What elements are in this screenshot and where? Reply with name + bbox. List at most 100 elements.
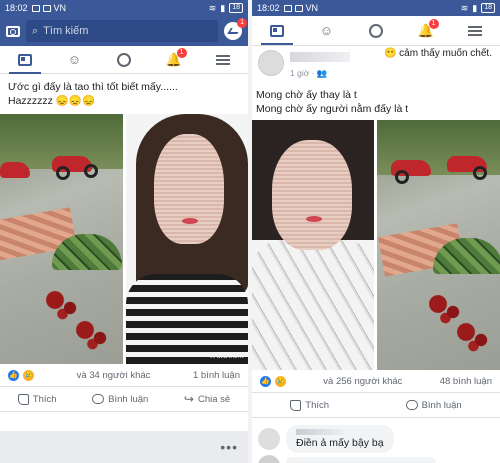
left-screenshot: 18:02 VN ≋ ▮ 18 ⌕ Tìm kiếm 1 ☺ 🔔 1 Ước g… xyxy=(0,0,248,463)
post-actions: Thích Bình luận xyxy=(252,392,500,418)
selfie-photo[interactable] xyxy=(252,120,374,370)
share-icon: ↪ xyxy=(183,392,194,406)
accident-photo[interactable] xyxy=(0,114,123,364)
notification-icons: VN xyxy=(283,3,319,13)
wheel xyxy=(56,166,70,180)
comment-label: Bình luận xyxy=(108,393,149,405)
accident-photo[interactable] xyxy=(377,120,500,370)
signal-icon: ▮ xyxy=(472,2,478,13)
striped-shirt xyxy=(126,274,248,364)
post-text-line: Hazzzzzz 😞😞😞 xyxy=(8,95,96,107)
status-time: 18:02 xyxy=(257,3,280,13)
battery-icon: 18 xyxy=(481,3,495,13)
groups-icon: ☺ xyxy=(319,23,334,38)
post-text: Ước gì đấy là tao thì tốt biết mấy......… xyxy=(0,74,248,114)
profile-tab[interactable] xyxy=(116,52,132,68)
author-name-redacted[interactable] xyxy=(290,52,350,62)
menu-icon xyxy=(216,54,231,65)
nav-bar: ☺ 🔔 1 xyxy=(252,16,500,46)
commenter-avatar[interactable] xyxy=(258,428,280,450)
news-feed-tab[interactable] xyxy=(8,52,41,74)
comment-button[interactable]: Bình luận xyxy=(92,394,148,405)
notifications-tab[interactable]: 🔔 1 xyxy=(417,18,439,39)
selfie-photo[interactable]: WutaCam xyxy=(126,114,248,364)
facebook-notif-icon xyxy=(283,4,292,12)
search-placeholder: Tìm kiếm xyxy=(43,25,89,37)
lips xyxy=(182,218,198,224)
comments-count[interactable]: 1 bình luận xyxy=(193,370,240,381)
post-photos[interactable]: WutaCam xyxy=(0,114,248,364)
like-reaction-icon: 👍 xyxy=(8,369,19,381)
share-button[interactable]: ↪ Chia sẻ xyxy=(184,392,230,406)
blurred-face xyxy=(272,140,352,250)
like-label: Thích xyxy=(32,393,57,405)
comment-button[interactable]: Bình luận xyxy=(405,400,462,411)
facebook-notif-icon xyxy=(31,4,40,12)
more-options-icon[interactable]: ••• xyxy=(220,439,238,455)
printed-shirt xyxy=(252,240,374,370)
post-text: Mong chờ ấy thay là t Mong chờ ấy người … xyxy=(252,86,500,120)
motorbike xyxy=(0,162,30,178)
sad-reaction-icon: 😢 xyxy=(23,369,34,381)
reactions-summary[interactable]: 👍 😢 và 34 người khác 1 bình luận xyxy=(0,364,248,386)
notifications-badge: 1 xyxy=(176,47,187,58)
next-commenter-avatar[interactable] xyxy=(258,455,280,463)
comment-icon xyxy=(405,400,418,410)
notifications-badge: 1 xyxy=(428,18,439,29)
post-text-line: Ước gì đấy là tao thì tốt biết mấy...... xyxy=(8,81,178,93)
search-icon: ⌕ xyxy=(32,24,39,37)
nav-bar: ☺ 🔔 1 xyxy=(0,46,248,74)
like-button[interactable]: Thích xyxy=(17,393,57,405)
comment-bubble[interactable]: Điền ả mấy bậy bạ xyxy=(286,425,394,453)
groups-tab[interactable]: ☺ xyxy=(318,23,334,39)
comment-icon xyxy=(92,394,105,404)
like-button[interactable]: Thích xyxy=(290,399,329,411)
groups-tab[interactable]: ☺ xyxy=(66,52,82,68)
comment: Điền ả mấy bậy bạ xyxy=(258,425,394,453)
next-post-strip: ••• xyxy=(0,431,248,463)
battery-icon: 18 xyxy=(229,3,243,13)
next-comment-bubble[interactable] xyxy=(286,457,436,463)
wheel xyxy=(84,164,98,178)
blood-stain xyxy=(70,314,120,354)
camera-icon[interactable] xyxy=(6,25,20,37)
messenger-icon[interactable]: 1 xyxy=(224,18,247,40)
lips xyxy=(306,216,322,222)
notifications-tab[interactable]: 🔔 1 xyxy=(165,47,187,68)
profile-tab[interactable] xyxy=(368,23,384,39)
wifi-icon: ≋ xyxy=(460,2,469,13)
thumbs-up-icon xyxy=(290,399,302,411)
messenger-badge: 1 xyxy=(237,18,247,28)
wheel xyxy=(395,170,409,184)
thumbs-up-icon xyxy=(17,393,29,405)
carrier-label: VN xyxy=(305,3,319,13)
wifi-icon: ≋ xyxy=(208,2,217,13)
news-feed-icon xyxy=(269,24,284,37)
post-header: 1 giờ · 👥 😶 cảm thấy muốn chết. xyxy=(252,46,500,86)
status-bar: 18:02 VN ≋ ▮ 18 xyxy=(0,0,248,16)
comments-count[interactable]: 48 bình luận xyxy=(440,376,492,387)
sad-reaction-icon: 😢 xyxy=(275,375,286,387)
news-feed-tab[interactable] xyxy=(260,23,293,45)
share-label: Chia sẻ xyxy=(197,393,231,405)
wheel xyxy=(473,166,487,180)
feeling-tagline: 😶 cảm thấy muốn chết. xyxy=(383,48,492,59)
menu-icon xyxy=(468,25,483,36)
signal-icon: ▮ xyxy=(220,2,226,13)
menu-tab[interactable] xyxy=(467,23,483,39)
menu-tab[interactable] xyxy=(215,52,231,68)
like-reaction-icon: 👍 xyxy=(260,375,271,387)
facebook-notif-icon xyxy=(294,4,303,12)
profile-icon xyxy=(116,52,131,67)
reactions-count: và 256 người khác xyxy=(323,375,403,387)
groups-icon: ☺ xyxy=(67,52,82,67)
post-time[interactable]: 1 giờ · 👥 xyxy=(290,68,327,79)
profile-icon xyxy=(368,23,383,38)
reactions-summary[interactable]: 👍 😢 và 256 người khác 48 bình luận xyxy=(252,370,500,392)
post-text-line: Mong chờ ấy người nằm đấy là t xyxy=(256,103,409,115)
carrier-label: VN xyxy=(53,3,67,13)
post-photos[interactable] xyxy=(252,120,500,370)
photo-watermark: WutaCam xyxy=(209,352,244,360)
search-input[interactable]: ⌕ Tìm kiếm xyxy=(26,20,218,42)
author-avatar[interactable] xyxy=(258,50,284,76)
